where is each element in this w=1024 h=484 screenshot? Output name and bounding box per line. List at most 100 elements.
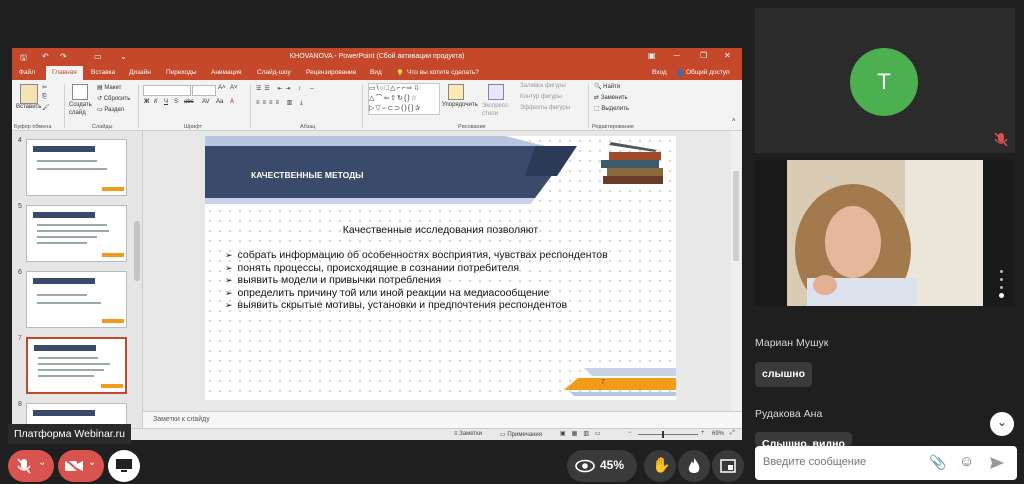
new-slide-button[interactable]: Создать слайд (69, 101, 93, 117)
layout-button[interactable]: ▤ Макет (97, 84, 121, 91)
chat-author: Рудакова Ана (755, 408, 823, 420)
font-color-icon[interactable]: A (230, 99, 234, 105)
monitor-icon (116, 459, 132, 472)
underline-icon[interactable]: Ч (164, 99, 168, 105)
tab-home[interactable]: Главная (46, 66, 83, 80)
bold-icon[interactable]: Ж (144, 99, 149, 105)
tab-slideshow[interactable]: Слайд-шоу (257, 69, 291, 76)
bullet-item: определить причину той или иной реакции … (225, 287, 608, 300)
camera-toggle-button[interactable]: ⌄ (58, 450, 104, 482)
shape-fill-button[interactable]: Заливка фигуры (520, 83, 566, 89)
chat-message: слышно (755, 362, 812, 387)
sign-in-link[interactable]: Вход (652, 69, 667, 76)
arrange-button[interactable]: Упорядочить (442, 102, 478, 108)
font-family-select[interactable] (143, 85, 191, 96)
layout-toggle-button[interactable] (712, 450, 744, 482)
shape-outline-button[interactable]: Контур фигуры (520, 94, 562, 100)
send-icon[interactable] (989, 456, 1005, 470)
quick-styles-icon[interactable] (488, 84, 504, 100)
spacing-icon[interactable]: AV (202, 99, 210, 105)
reactions-button[interactable] (678, 450, 710, 482)
chat-input-box[interactable]: 📎 ☺ (755, 446, 1017, 480)
tab-animations[interactable]: Анимация (211, 69, 242, 76)
thumbnails-scrollbar[interactable] (134, 221, 140, 281)
section-button[interactable]: ▭ Раздел (97, 106, 124, 113)
chevron-down-icon[interactable]: ⌄ (38, 457, 46, 468)
find-button[interactable]: 🔍 Найти (594, 83, 620, 90)
slide-thumbnail-5[interactable] (26, 205, 127, 262)
participant-video-tile[interactable] (755, 160, 1015, 306)
group-editing: Редактирование (592, 124, 634, 130)
case-icon[interactable]: Aa (216, 99, 223, 105)
cut-icon[interactable]: ✂ (42, 84, 47, 91)
zoom-out-icon[interactable]: − (628, 430, 632, 436)
slide-thumbnail-6[interactable] (26, 271, 127, 328)
shadow-icon[interactable]: S (174, 99, 178, 105)
window-title: KHOVANOVA - PowerPoint (Сбой активации п… (289, 53, 465, 60)
quick-styles-button[interactable]: Экспресс-стили (482, 102, 512, 118)
replace-icon: ⇄ (594, 95, 601, 101)
slide-thumbnail-4[interactable] (26, 139, 127, 196)
list-icons[interactable]: ☰☰ ⇤⇥ ↕ ⇔ (256, 85, 318, 92)
chevron-down-icon[interactable]: ⌄ (88, 457, 96, 468)
raise-hand-button[interactable]: ✋ (644, 450, 676, 482)
new-slide-icon[interactable] (72, 84, 88, 100)
ribbon-display-icon[interactable]: ▣ (648, 51, 656, 60)
current-slide[interactable]: КАЧЕСТВЕННЫЕ МЕТОДЫ Качественные исследо… (205, 136, 676, 400)
shapes-gallery[interactable]: ▭\○□△⌐⌐⇨⇩ △⌒⇦⇧↻{}☆ ▷▽⌣⊂⊃(){}✰ (368, 83, 440, 115)
italic-icon[interactable]: К (154, 99, 158, 105)
notes-toggle[interactable]: ≡ Заметки (454, 431, 482, 437)
format-painter-icon[interactable]: 🖌 (42, 104, 50, 111)
slide-scrollbar[interactable] (731, 131, 741, 411)
font-shrink-icon[interactable]: A˅ (230, 85, 238, 91)
maximize-icon[interactable]: ❐ (700, 51, 707, 60)
attachment-icon[interactable]: 📎 (929, 454, 946, 471)
paste-button[interactable]: Вставить (16, 104, 41, 110)
thumb-number: 8 (18, 401, 22, 408)
tab-design[interactable]: Дизайн (129, 69, 151, 76)
tab-transitions[interactable]: Переходы (166, 69, 197, 76)
paste-icon[interactable] (20, 84, 38, 104)
tell-me-box[interactable]: Что вы хотите сделать? (407, 69, 479, 76)
zoom-slider[interactable] (638, 434, 698, 435)
comments-toggle[interactable]: ▭ Примечания (500, 431, 542, 438)
tab-insert[interactable]: Вставка (91, 69, 115, 76)
notes-pane[interactable]: Заметки к слайду (143, 411, 742, 429)
screen-share-button[interactable] (108, 450, 140, 482)
tab-review[interactable]: Рецензирование (306, 69, 356, 76)
close-icon[interactable]: ✕ (724, 51, 731, 60)
font-size-select[interactable] (192, 85, 216, 96)
slide-thumbnail-7[interactable] (26, 337, 127, 394)
copy-icon[interactable]: ⎘ (42, 94, 47, 101)
scroll-to-bottom-button[interactable]: ⌄ (990, 412, 1014, 436)
zoom-in-icon[interactable]: + (701, 430, 705, 436)
shape-effects-button[interactable]: Эффекты фигуры (520, 105, 570, 111)
arrange-icon[interactable] (448, 84, 464, 100)
collapse-ribbon-icon[interactable]: ˄ (732, 118, 736, 124)
strikethrough-icon[interactable]: abc (184, 99, 194, 105)
viewers-percent: 45% (600, 458, 625, 472)
tab-view[interactable]: Вид (370, 69, 382, 76)
slide-thumbnails-pane: 4 5 6 7 8 (12, 131, 143, 440)
bullet-list: собрать информацию об особенностях воспр… (225, 249, 608, 312)
tab-file[interactable]: Файл (19, 69, 35, 76)
viewers-counter[interactable]: 45% (567, 450, 637, 482)
thumb-number: 5 (18, 203, 22, 210)
zoom-slider-thumb[interactable] (662, 431, 664, 438)
minimize-icon[interactable]: ─ (674, 51, 680, 60)
mic-off-icon (17, 458, 31, 474)
select-button[interactable]: ⬚ Выделить (594, 105, 629, 112)
view-buttons[interactable]: ▣▦▥▭ (560, 430, 607, 437)
replace-button[interactable]: ⇄ Заменить (594, 94, 628, 101)
reset-button[interactable]: ↺ Сбросить (97, 95, 130, 102)
emoji-icon[interactable]: ☺ (959, 453, 974, 470)
zoom-level[interactable]: 69% (712, 431, 724, 437)
align-icons[interactable]: ≡≡≡≡ ▥ ⤓ (256, 99, 306, 107)
microphone-toggle-button[interactable]: ⌄ (8, 450, 54, 482)
picture-in-picture-icon (720, 459, 736, 473)
font-grow-icon[interactable]: A˄ (218, 85, 226, 91)
share-button[interactable]: Общий доступ (686, 69, 730, 76)
thumb-number: 4 (18, 137, 22, 144)
fit-slide-icon[interactable]: ⤢ (730, 430, 735, 437)
chat-message-input[interactable] (761, 455, 925, 469)
